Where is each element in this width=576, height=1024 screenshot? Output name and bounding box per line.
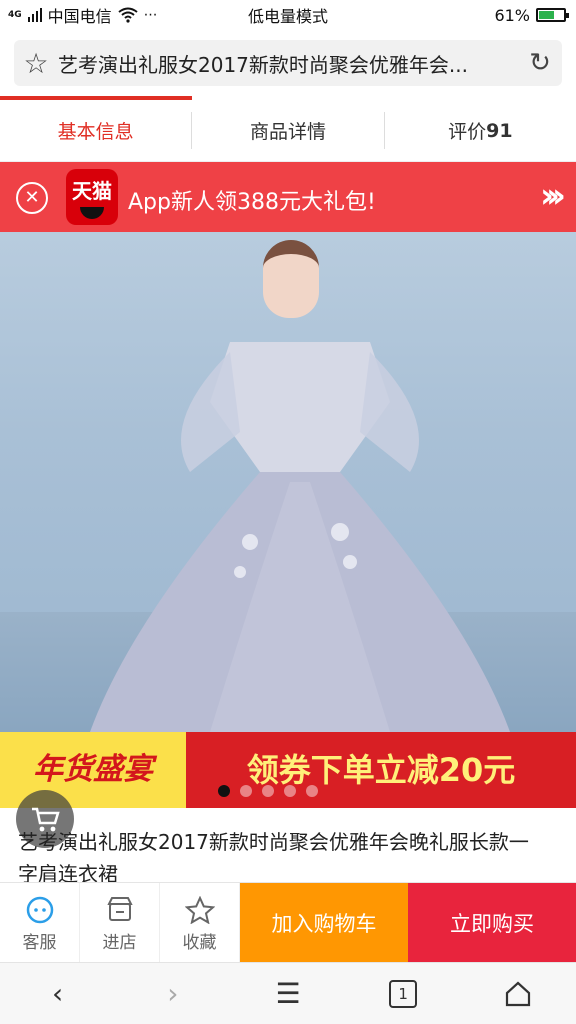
action-bar: 客服 进店 收藏 加入购物车 立即购买 [0,882,576,962]
enter-shop-button[interactable]: 进店 [80,883,160,962]
dress-illustration [90,342,510,732]
tab-basic-info[interactable]: 基本信息 [0,100,191,161]
star-icon[interactable]: ☆ [14,47,58,80]
store-icon [106,892,134,928]
carousel-dot[interactable] [240,785,252,797]
product-image[interactable] [0,232,576,732]
product-title: 艺考演出礼服女2017新款时尚聚会优雅年会晚礼服长款一字肩连衣裙 [18,830,529,882]
page: 4G 中国电信 ⋯ 低电量模式 61% ☆ 艺考演出礼服女2017新款时尚聚会优… [0,0,576,1024]
tab-count: 1 [389,979,418,1008]
battery-fill [539,11,554,19]
tmall-logo-text: 天猫 [72,179,112,203]
enter-shop-label: 进店 [102,933,137,953]
carousel-dot[interactable] [306,785,318,797]
reload-icon[interactable]: ↻ [518,48,562,78]
carousel-dot[interactable] [218,785,230,797]
browser-nav-bar: ‹ › ☰ 1 [0,962,576,1024]
carousel-indicator [218,785,318,797]
home-icon[interactable] [461,963,576,1024]
back-icon[interactable]: ‹ [0,963,115,1024]
buy-now-button[interactable]: 立即购买 [408,883,576,962]
address-bar[interactable]: ☆ 艺考演出礼服女2017新款时尚聚会优雅年会... ↻ [14,40,562,86]
tab-label: 基本信息 [57,121,134,143]
address-bar-container: ☆ 艺考演出礼服女2017新款时尚聚会优雅年会... ↻ [0,30,576,96]
favorite-button[interactable]: 收藏 [160,883,240,962]
detail-tabs: 基本信息 商品详情 评价 91 [0,100,576,162]
app-promo-banner[interactable]: ✕ 天猫 App新人领388元大礼包! ››› [0,162,576,232]
battery-percent: 61% [494,5,530,25]
add-to-cart-button[interactable]: 加入购物车 [240,883,408,962]
tab-product-details[interactable]: 商品详情 [192,100,383,161]
tab-label: 商品详情 [249,121,326,143]
status-right: 61% [494,5,569,25]
tmall-face-icon [80,207,104,219]
power-mode-label: 低电量模式 [247,7,328,26]
status-bar: 4G 中国电信 ⋯ 低电量模式 61% [0,0,576,30]
close-icon[interactable]: ✕ [16,182,48,214]
customer-service-label: 客服 [22,933,57,953]
tmall-logo: 天猫 [66,169,118,225]
page-title[interactable]: 艺考演出礼服女2017新款时尚聚会优雅年会... [58,49,518,78]
tab-reviews[interactable]: 评价 91 [385,100,576,161]
chat-bubble-icon [25,892,55,928]
review-count: 91 [486,119,513,142]
tabs-button[interactable]: 1 [346,963,461,1024]
customer-service-button[interactable]: 客服 [0,883,80,962]
promo-text: App新人领388元大礼包! [128,190,376,215]
model-head [263,240,319,318]
carousel-dot[interactable] [284,785,296,797]
forward-icon[interactable]: › [115,963,230,1024]
favorite-label: 收藏 [182,933,217,953]
star-outline-icon [184,892,215,928]
menu-icon[interactable]: ☰ [230,963,345,1024]
battery-icon [536,8,569,22]
double-chevron-right-icon[interactable]: ››› [540,176,566,216]
carousel-dot[interactable] [262,785,274,797]
tab-label: 评价 [448,121,487,143]
